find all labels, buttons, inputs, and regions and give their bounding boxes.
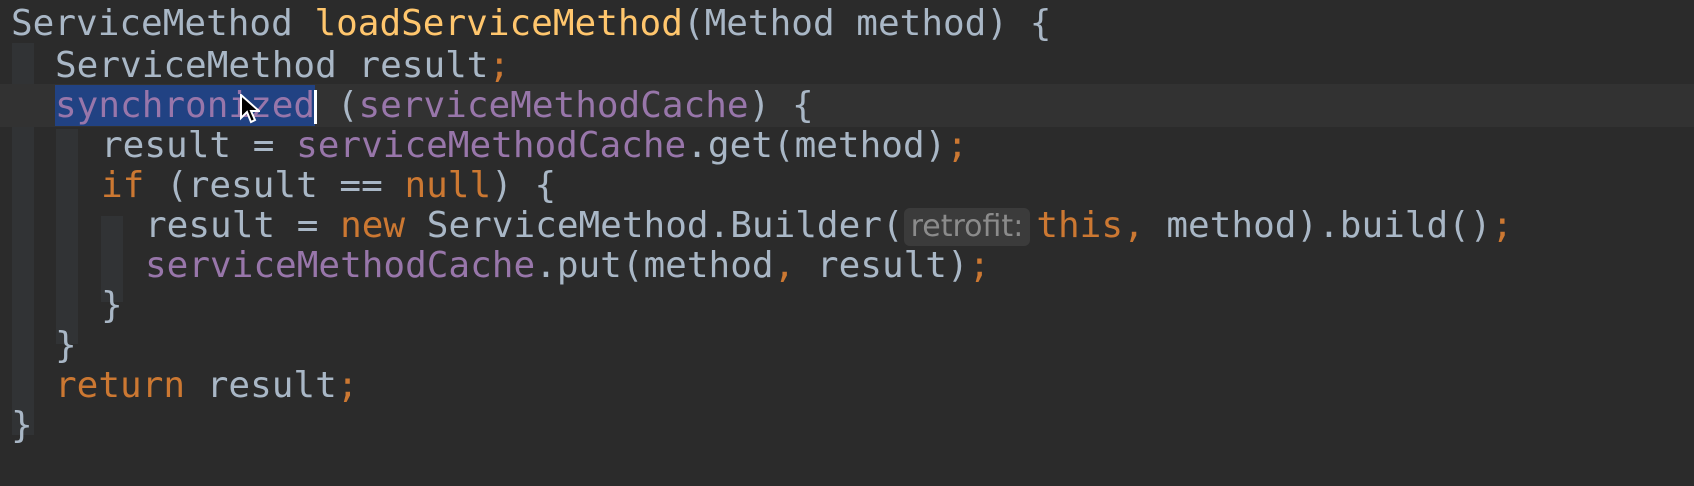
code-text[interactable]: ServiceMethod loadServiceMethod(Method m…	[11, 2, 1051, 45]
code-line[interactable]: }	[0, 284, 1694, 327]
code-text[interactable]: }	[11, 404, 33, 447]
code-line[interactable]: result = serviceMethodCache.get(method);	[0, 124, 1694, 167]
code-line[interactable]: ServiceMethod result;	[0, 44, 1694, 87]
parameter-hint: retrofit:	[903, 208, 1031, 246]
code-line[interactable]: return result;	[0, 364, 1694, 407]
keyword-token[interactable]: if	[101, 165, 166, 206]
code-text[interactable]: return result;	[55, 364, 358, 407]
code-text[interactable]: synchronized (serviceMethodCache) {	[55, 84, 814, 127]
code-text[interactable]: result = serviceMethodCache.get(method);	[101, 124, 968, 167]
code-line[interactable]: }	[0, 404, 1694, 447]
field-token[interactable]: serviceMethodCache	[296, 125, 686, 166]
code-line[interactable]: ServiceMethod loadServiceMethod(Method m…	[0, 2, 1694, 45]
code-line[interactable]: if (result == null) {	[0, 164, 1694, 207]
code-token[interactable]: method).build()	[1166, 205, 1491, 246]
keyword-token[interactable]: ,	[1123, 205, 1166, 246]
code-token[interactable]: }	[55, 325, 77, 366]
code-token[interactable]: }	[11, 405, 33, 446]
code-text[interactable]: }	[101, 284, 123, 327]
code-line[interactable]: result = new ServiceMethod.Builder(retro…	[0, 204, 1694, 247]
code-token[interactable]: }	[101, 285, 123, 326]
code-line[interactable]: serviceMethodCache.put(method, result);	[0, 244, 1694, 287]
code-token[interactable]: ServiceMethod.Builder(	[427, 205, 904, 246]
code-token[interactable]: (Method method) {	[683, 3, 1051, 44]
code-token[interactable]: ServiceMethod	[11, 3, 314, 44]
keyword-token[interactable]: ;	[946, 125, 968, 166]
code-token[interactable]: result =	[145, 205, 340, 246]
code-token[interactable]: result	[207, 365, 337, 406]
keyword-token[interactable]: null	[404, 165, 491, 206]
code-token[interactable]: result =	[101, 125, 296, 166]
keyword-token[interactable]: ;	[969, 245, 991, 286]
field-token[interactable]: serviceMethodCache	[358, 85, 748, 126]
code-editor[interactable]: ServiceMethod loadServiceMethod(Method m…	[0, 0, 1694, 486]
code-text[interactable]: ServiceMethod result;	[55, 44, 510, 87]
code-text[interactable]: serviceMethodCache.put(method, result);	[145, 244, 990, 287]
code-line[interactable]: }	[0, 324, 1694, 367]
field-token[interactable]: serviceMethodCache	[145, 245, 535, 286]
arrow-pointer-icon	[240, 94, 260, 124]
code-token[interactable]: (	[315, 85, 359, 126]
code-token[interactable]: ) {	[491, 165, 556, 206]
keyword-token[interactable]: return	[55, 365, 207, 406]
code-text[interactable]: result = new ServiceMethod.Builder(retro…	[145, 204, 1513, 247]
code-token[interactable]: (result ==	[166, 165, 404, 206]
code-token[interactable]: ServiceMethod result	[55, 45, 488, 86]
keyword-token[interactable]: ;	[1491, 205, 1513, 246]
code-token[interactable]: .get(method)	[686, 125, 946, 166]
code-text[interactable]: }	[55, 324, 77, 367]
code-token[interactable]: ) {	[749, 85, 814, 126]
keyword-token[interactable]: ,	[774, 245, 817, 286]
code-text[interactable]: if (result == null) {	[101, 164, 556, 207]
method-name-token[interactable]: loadServiceMethod	[314, 3, 682, 44]
code-token[interactable]: result)	[817, 245, 969, 286]
keyword-token[interactable]: new	[340, 205, 427, 246]
code-token[interactable]: .put(method	[535, 245, 773, 286]
keyword-token[interactable]: ;	[337, 365, 359, 406]
selected-keyword-token[interactable]: synchronized	[55, 85, 316, 126]
keyword-token[interactable]: this	[1036, 205, 1123, 246]
keyword-token[interactable]: ;	[488, 45, 510, 86]
